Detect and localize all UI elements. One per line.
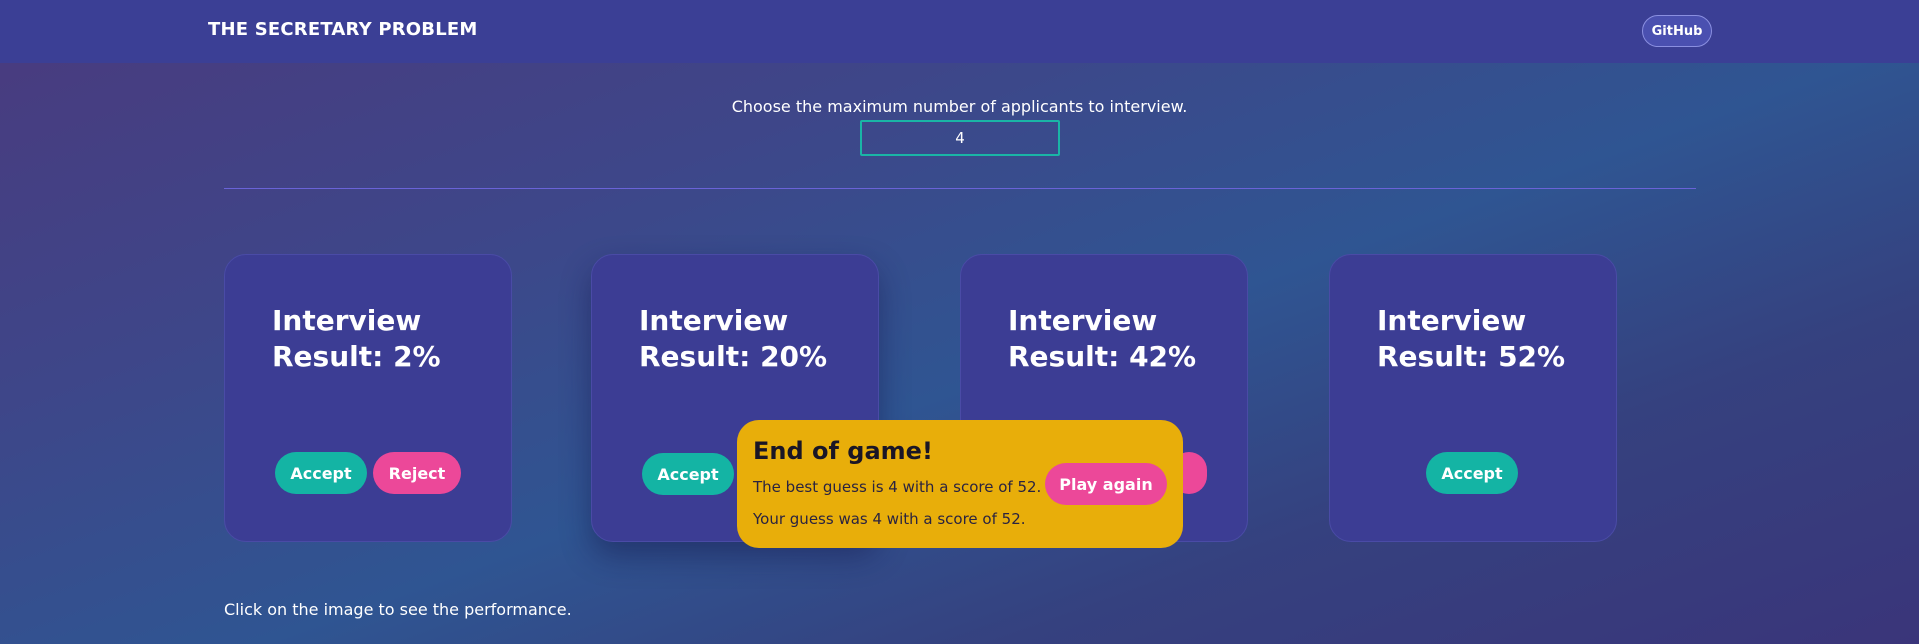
accept-button[interactable]: Accept — [275, 452, 367, 494]
end-of-game-dialog: End of game! The best guess is 4 with a … — [737, 420, 1183, 548]
applicants-prompt: Choose the maximum number of applicants … — [731, 97, 1188, 116]
accept-button[interactable]: Accept — [1426, 452, 1518, 494]
max-applicants-input[interactable] — [860, 120, 1060, 156]
modal-title: End of game! — [753, 437, 933, 465]
interview-result-title: Interview Result: 52% — [1377, 304, 1566, 373]
divider — [224, 188, 1696, 189]
reject-button[interactable]: Reject — [373, 452, 461, 494]
play-again-button[interactable]: Play again — [1045, 463, 1167, 505]
performance-hint: Click on the image to see the performanc… — [224, 600, 572, 619]
interview-result-title: Interview Result: 2% — [272, 304, 441, 373]
interview-result-title: Interview Result: 20% — [639, 304, 828, 373]
your-guess-text: Your guess was 4 with a score of 52. — [753, 510, 1026, 528]
interview-result-title: Interview Result: 42% — [1008, 304, 1197, 373]
navbar: THE SECRETARY PROBLEM GitHub — [0, 0, 1919, 63]
brand-title[interactable]: THE SECRETARY PROBLEM — [208, 19, 477, 40]
github-button[interactable]: GitHub — [1642, 15, 1712, 47]
best-guess-text: The best guess is 4 with a score of 52. — [753, 478, 1042, 496]
accept-button[interactable]: Accept — [642, 453, 734, 495]
applicant-card-4[interactable]: Interview Result: 52% Accept — [1329, 254, 1617, 542]
applicant-card-1[interactable]: Interview Result: 2% Accept Reject — [224, 254, 512, 542]
